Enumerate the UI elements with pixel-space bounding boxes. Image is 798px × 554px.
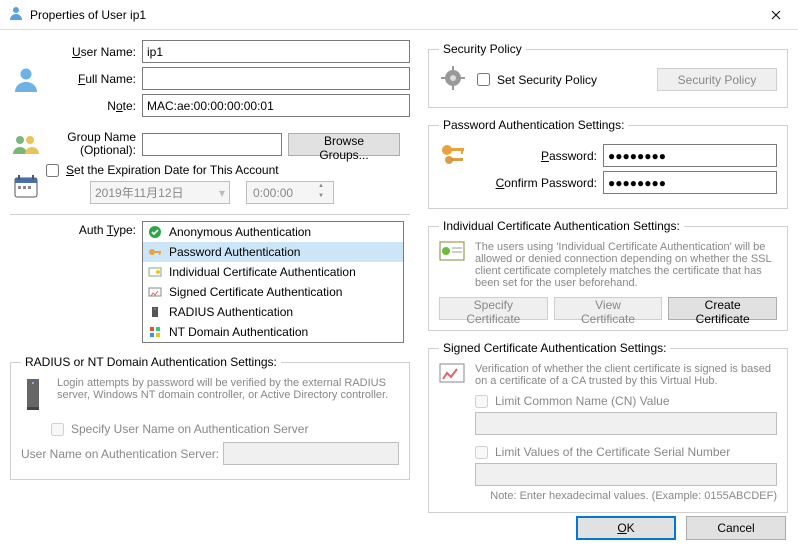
view-cert-button: View Certificate [554,297,663,320]
auth-radius-item[interactable]: RADIUS Authentication [143,302,403,322]
security-fieldset-legend: Security Policy [439,42,526,56]
password-fieldset-legend: Password Authentication Settings: [439,118,628,132]
limit-serial-checkbox: Limit Values of the Certificate Serial N… [475,445,777,459]
auth-signed-cert-item[interactable]: Signed Certificate Authentication [143,282,403,302]
limit-cn-checkbox: Limit Common Name (CN) Value [475,394,777,408]
titlebar: Properties of User ip1 [0,0,798,30]
user-name-input[interactable] [142,40,410,63]
user-name-on-server-label: User Name on Authentication Server: [21,447,219,461]
cert-large-icon [439,241,467,266]
gear-icon [439,64,467,95]
calendar-icon [10,163,42,208]
auth-individual-cert-item[interactable]: Individual Certificate Authentication [143,262,403,282]
user-icon [8,5,24,24]
group-name-label: Group Name (Optional): [42,131,142,157]
close-button[interactable] [753,0,798,29]
password-input[interactable] [603,144,777,167]
windows-icon [147,324,163,340]
auth-type-listbox[interactable]: Anonymous Authentication Password Authen… [142,221,404,343]
individual-cert-fieldset: Individual Certificate Authentication Se… [428,219,788,331]
ok-button[interactable]: OK [576,516,676,540]
signed-cert-large-icon [439,363,467,388]
security-policy-fieldset: Security Policy Set Security Policy Secu… [428,42,788,108]
server-icon [147,304,163,320]
full-name-input[interactable] [142,67,410,90]
group-name-input[interactable] [142,133,282,156]
auth-password-item[interactable]: Password Authentication [143,242,403,262]
specify-cert-button: Specify Certificate [439,297,548,320]
radius-fieldset-legend: RADIUS or NT Domain Authentication Setti… [21,355,281,369]
radius-info-text: Login attempts by password will be verif… [57,377,399,401]
confirm-password-input[interactable] [603,171,777,194]
keys-icon [439,140,473,198]
window-title: Properties of User ip1 [30,8,146,22]
signed-fieldset-legend: Signed Certificate Authentication Settin… [439,341,670,355]
check-circle-icon [147,224,163,240]
cancel-button[interactable]: Cancel [686,516,786,540]
note-input[interactable] [142,94,410,117]
browse-groups-button[interactable]: Browse Groups... [288,133,400,156]
hex-note: Note: Enter hexadecimal values. (Example… [475,490,777,502]
group-icon [10,132,42,156]
indcert-fieldset-legend: Individual Certificate Authentication Se… [439,219,684,233]
signed-cert-icon [147,284,163,300]
limit-cn-input [475,412,777,435]
password-label: Password: [473,149,603,163]
auth-anonymous-item[interactable]: Anonymous Authentication [143,222,403,242]
user-name-on-server-input [223,442,399,465]
specify-user-name-checkbox: Specify User Name on Authentication Serv… [51,422,399,436]
radius-settings-fieldset: RADIUS or NT Domain Authentication Setti… [10,355,410,480]
set-expiration-checkbox[interactable]: Set the Expiration Date for This Account [46,163,410,177]
create-cert-button[interactable]: Create Certificate [668,297,777,320]
server-large-icon [21,377,49,414]
user-large-icon [10,36,42,121]
auth-ntdomain-item[interactable]: NT Domain Authentication [143,322,403,342]
full-name-label: Full Name: [42,72,142,86]
key-icon [147,244,163,260]
signed-info-text: Verification of whether the client certi… [475,363,777,387]
set-security-policy-checkbox[interactable]: Set Security Policy [477,73,597,87]
auth-type-label: Auth Type: [10,221,142,237]
limit-serial-input [475,463,777,486]
indcert-info-text: The users using 'Individual Certificate … [475,241,777,289]
password-auth-fieldset: Password Authentication Settings: Passwo… [428,118,788,209]
time-spinner: ▲▼ [315,183,327,203]
note-label: Note: [42,99,142,113]
expiration-date-picker: 2019年11月12日 ▾ [90,181,230,204]
confirm-password-label: Confirm Password: [473,176,603,190]
user-name-label: User Name: [42,45,142,59]
expiration-time-picker: 0:00:00 ▲▼ [246,181,334,204]
security-policy-button: Security Policy [657,68,777,91]
signed-cert-fieldset: Signed Certificate Authentication Settin… [428,341,788,513]
cert-icon [147,264,163,280]
